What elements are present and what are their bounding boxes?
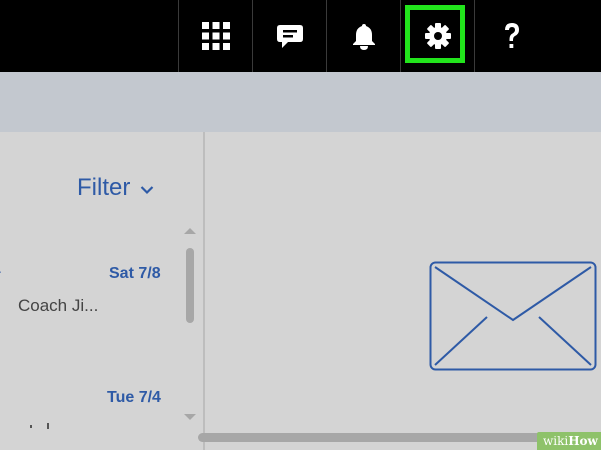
settings-button[interactable] — [401, 0, 475, 72]
scrollbar-thumb[interactable] — [186, 248, 194, 323]
chat-button[interactable] — [253, 0, 327, 72]
watermark-prefix: wiki — [543, 434, 569, 448]
envelope-icon — [429, 261, 597, 376]
scroll-up-arrow-icon[interactable] — [184, 222, 196, 234]
command-bar — [0, 72, 601, 132]
message-sender: Coach Ji... — [18, 296, 99, 315]
unread-indicator-icon — [0, 262, 2, 278]
message-date: Sat 7/8 — [109, 265, 161, 282]
filter-button[interactable]: Filter — [77, 172, 154, 204]
horizontal-scrollbar-thumb[interactable] — [198, 433, 558, 442]
filter-label: Filter — [77, 174, 131, 201]
top-bar — [0, 0, 601, 72]
truncated-text-mark — [30, 420, 52, 438]
waffle-grid-icon — [202, 22, 230, 50]
scroll-down-arrow-icon[interactable] — [184, 408, 196, 420]
chat-bubble-icon — [276, 22, 304, 50]
question-mark-icon — [502, 22, 522, 50]
watermark-suffix: How — [568, 434, 598, 448]
watermark: wikiHow — [537, 432, 601, 450]
help-button[interactable] — [475, 0, 549, 72]
bell-icon — [351, 22, 377, 50]
chevron-down-icon — [140, 174, 154, 202]
app-launcher-button[interactable] — [179, 0, 253, 72]
message-date: Tue 7/4 — [107, 389, 161, 406]
gear-icon — [424, 22, 452, 50]
notifications-button[interactable] — [327, 0, 401, 72]
